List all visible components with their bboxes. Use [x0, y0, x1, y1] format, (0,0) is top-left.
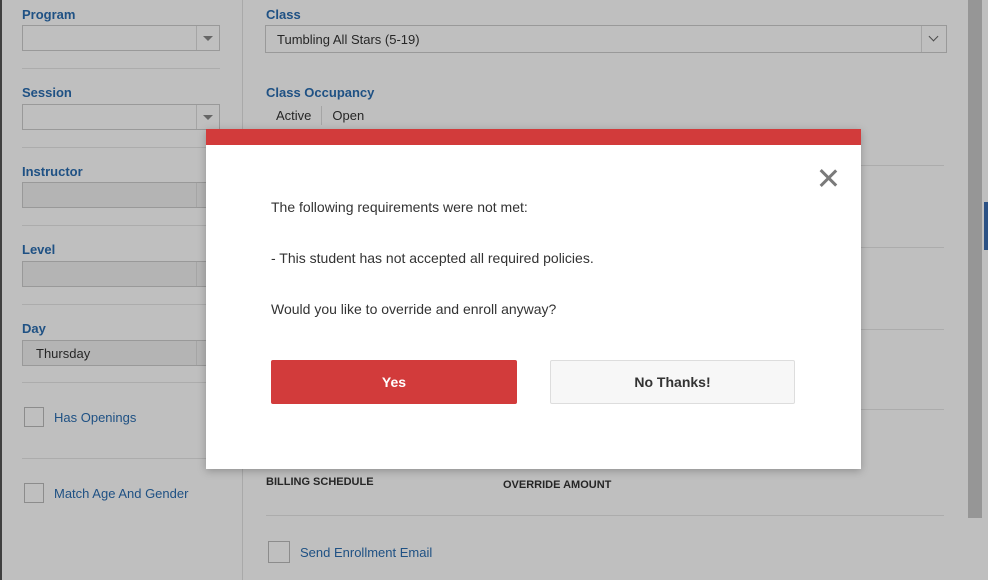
no-thanks-button[interactable]: No Thanks! [550, 360, 795, 404]
requirements-dialog: The following requirements were not met:… [206, 129, 861, 469]
dialog-message-requirement: - This student has not accepted all requ… [271, 250, 594, 266]
close-icon[interactable] [815, 165, 841, 191]
dialog-message-question: Would you like to override and enroll an… [271, 301, 557, 317]
dialog-accent-bar [206, 129, 861, 145]
dialog-message-heading: The following requirements were not met: [271, 199, 528, 215]
yes-button[interactable]: Yes [271, 360, 517, 404]
